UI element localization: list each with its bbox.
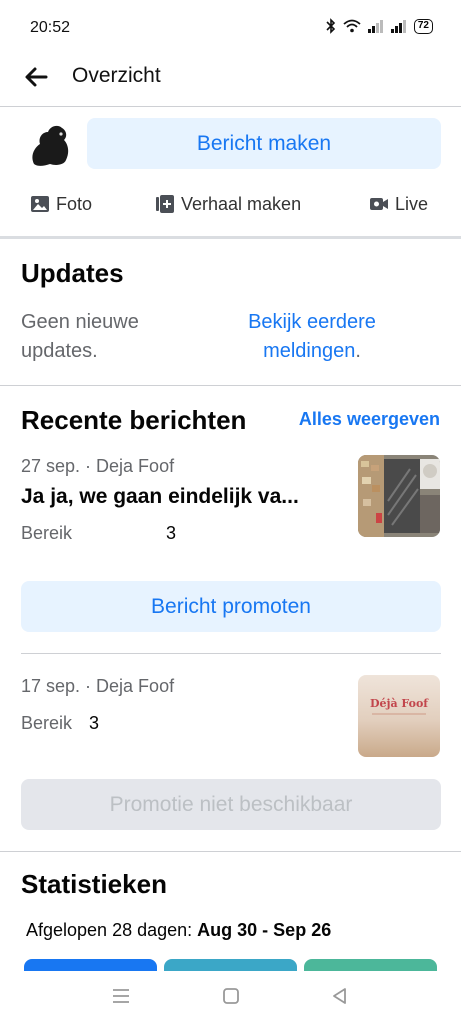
signal-icon <box>367 19 383 33</box>
photo-icon <box>31 196 49 212</box>
menu-icon[interactable] <box>110 985 132 1007</box>
earlier-notifications-link[interactable]: Bekijk eerdere meldingen. <box>212 308 412 366</box>
reach-value: 3 <box>89 713 100 733</box>
page-title: Overzicht <box>72 64 161 87</box>
divider <box>21 653 441 654</box>
recent-posts-title: Recente berichten <box>21 405 247 435</box>
post-title[interactable]: Ja ja, we gaan eindelijk va... <box>21 485 341 509</box>
section-divider <box>0 236 461 239</box>
live-video-icon <box>370 198 388 210</box>
link-suffix: . <box>355 340 361 362</box>
divider <box>0 385 461 386</box>
earlier-notifications-link-text: Bekijk eerdere meldingen. <box>248 311 376 362</box>
divider <box>0 106 461 107</box>
bluetooth-icon <box>326 18 336 34</box>
system-nav-bar <box>0 971 461 1024</box>
story-plus-icon <box>156 195 174 213</box>
reach-label: Bereik <box>21 713 73 733</box>
battery-icon: 72 <box>413 18 433 34</box>
updates-title: Updates <box>21 258 124 288</box>
reach-label: Bereik <box>21 523 73 543</box>
back-icon[interactable] <box>329 985 351 1007</box>
stat-card-2[interactable] <box>164 959 297 971</box>
status-bar: 20:52 72 <box>0 0 461 56</box>
create-post-button[interactable]: Bericht maken <box>87 118 441 169</box>
live-button[interactable]: Live <box>369 190 428 218</box>
back-arrow-icon[interactable] <box>22 63 50 91</box>
create-story-label: Verhaal maken <box>181 193 302 214</box>
stats-range: Afgelopen 28 dagen: Aug 30 - Sep 26 <box>26 920 331 941</box>
post-thumbnail[interactable]: Déjà Foof <box>358 675 440 757</box>
status-time: 20:52 <box>30 19 71 36</box>
create-story-button[interactable]: Verhaal maken <box>155 190 301 218</box>
stat-card-3[interactable] <box>304 959 437 971</box>
stats-range-value: Aug 30 - Sep 26 <box>197 920 332 940</box>
live-label: Live <box>395 193 429 214</box>
reach-value: 3 <box>166 523 177 543</box>
post-meta: 17 sep. · Deja Foof <box>21 676 175 696</box>
promote-post-button[interactable]: Bericht promoten <box>21 581 441 632</box>
photo-label: Foto <box>56 193 93 214</box>
avatar[interactable] <box>24 120 74 170</box>
photo-button[interactable]: Foto <box>30 190 92 218</box>
signal-icon-2 <box>390 19 406 33</box>
statistics-title: Statistieken <box>21 869 167 899</box>
promotion-unavailable-button: Promotie niet beschikbaar <box>21 779 441 830</box>
no-updates-text: Geen nieuwe updates. <box>21 311 139 362</box>
stats-range-label: Afgelopen 28 dagen: <box>26 920 193 940</box>
wifi-icon <box>343 19 361 33</box>
thumbnail-logo-text: Déjà Foof <box>369 697 429 710</box>
post-thumbnail[interactable] <box>358 455 440 537</box>
see-all-link[interactable]: Alles weergeven <box>299 409 440 430</box>
thumbnail-rule <box>372 713 426 715</box>
status-icons: 72 <box>326 18 433 34</box>
divider <box>0 851 461 852</box>
top-app-bar: Overzicht <box>0 56 461 106</box>
post-meta: 27 sep. · Deja Foof <box>21 456 175 476</box>
home-icon[interactable] <box>220 985 242 1007</box>
stat-card-1[interactable] <box>24 959 157 971</box>
